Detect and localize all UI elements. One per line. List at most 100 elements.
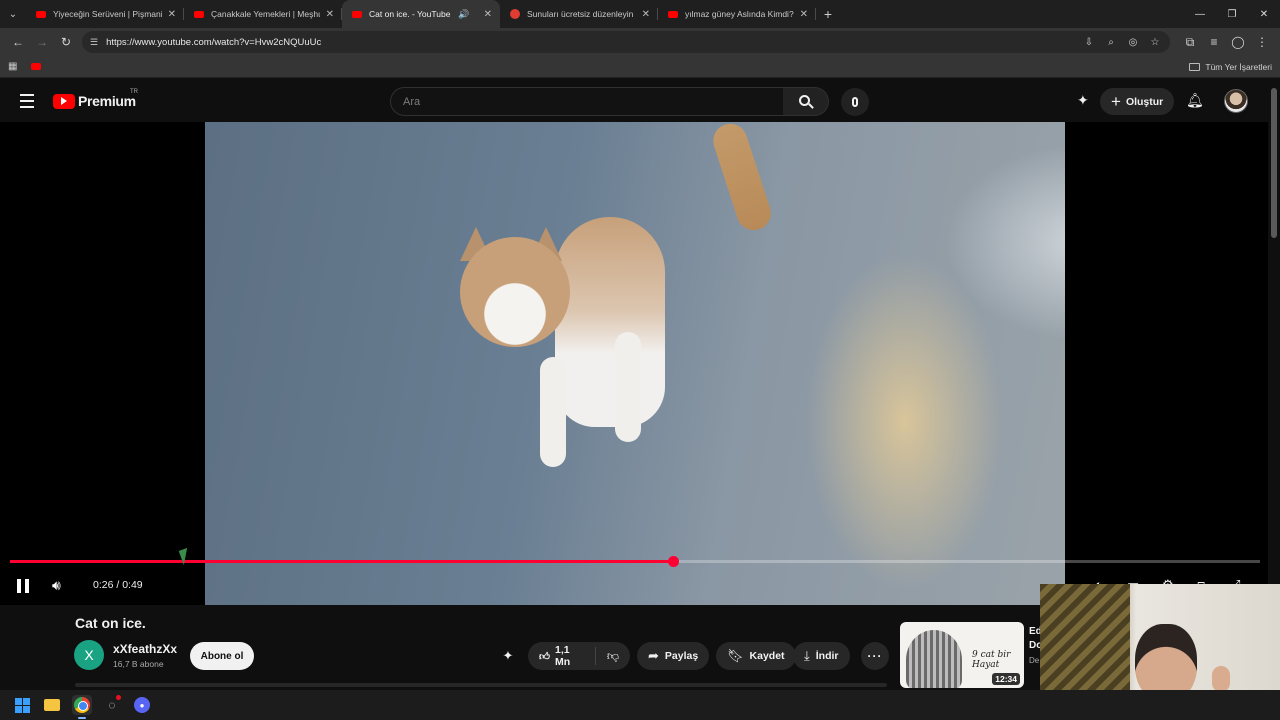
address-bar[interactable]: ☰ https://www.youtube.com/watch?v=Hvw2cN… <box>82 31 1170 53</box>
bookmarks-bar: ▦ Tüm Yer İşaretleri <box>0 56 1280 78</box>
minimize-icon[interactable]: — <box>1184 0 1216 28</box>
reload-icon[interactable]: ↻ <box>54 30 78 54</box>
cat-drawing <box>906 630 962 688</box>
subscriber-count: 16,7 B abone <box>113 659 164 669</box>
like-button[interactable]: 👍︎ 1,1 Mn <box>528 644 596 668</box>
youtube-icon <box>194 10 204 18</box>
forward-icon[interactable]: → <box>30 30 54 54</box>
scrubber-handle[interactable] <box>667 556 679 567</box>
profile-icon[interactable]: ◯ <box>1226 30 1250 54</box>
browser-tab-3-active[interactable]: Cat on ice. - YouTube 🔊 ✕ <box>342 0 500 28</box>
file-explorer-icon[interactable] <box>42 695 62 715</box>
description-box-top[interactable] <box>75 683 887 687</box>
video-frame[interactable] <box>205 122 1065 605</box>
tab-title: Cat on ice. - YouTube <box>369 9 451 19</box>
thumbnail-text: 9 cat bir Hayat <box>972 650 1011 670</box>
video-duration-badge: 12:34 <box>992 673 1020 685</box>
close-window-icon[interactable]: ✕ <box>1248 0 1280 28</box>
progress-played <box>10 560 673 563</box>
avatar[interactable] <box>1224 89 1248 113</box>
country-code: TR <box>130 89 138 95</box>
microphone-icon <box>852 97 858 107</box>
youtube-premium-logo[interactable]: Premium <box>53 93 136 109</box>
save-button[interactable]: 🔖︎ Kaydet <box>716 642 796 670</box>
close-icon[interactable]: ✕ <box>326 9 334 20</box>
notifications-bell-icon[interactable]: 🔔︎ <box>1186 92 1204 109</box>
download-label: İndir <box>815 650 839 662</box>
scrollbar-thumb[interactable] <box>1271 88 1277 238</box>
url-text[interactable]: https://www.youtube.com/watch?v=Hvw2cNQU… <box>106 37 321 48</box>
recommended-video-thumbnail[interactable]: 9 cat bir Hayat 12:34 <box>900 622 1024 688</box>
voice-search-button[interactable] <box>841 88 869 116</box>
video-player[interactable]: 🔊︎ 0:26 / 0:49 ◐ ▭ ⚙ ⧈ ⤢ <box>0 122 1268 605</box>
youtube-play-logo-icon <box>53 93 75 109</box>
share-button[interactable]: ➦ Paylaş <box>637 642 710 670</box>
omnibox-actions: ⇩ ⌕ ◎ ☆ <box>1082 37 1162 48</box>
kebab-menu-icon[interactable]: ⋮ <box>1250 30 1274 54</box>
youtube-bookmark-icon[interactable] <box>31 63 42 70</box>
browser-tab-2[interactable]: Çanakkale Yemekleri | Meşhur Y ✕ <box>184 0 342 28</box>
all-bookmarks-label: Tüm Yer İşaretleri <box>1205 61 1272 72</box>
search-input[interactable] <box>403 95 783 108</box>
obs-icon[interactable]: ◌ <box>102 695 122 715</box>
restore-icon[interactable]: ❐ <box>1216 0 1248 28</box>
like-count: 1,1 Mn <box>554 644 571 668</box>
tab-title: Sunuları ücretsiz düzenleyin | W <box>527 9 636 19</box>
browser-tab-5[interactable]: yılmaz güney Aslında Kimdi? | Y ✕ <box>658 0 816 28</box>
download-button[interactable]: ⤓ İndir <box>793 642 850 670</box>
extensions-icon[interactable]: ⧉ <box>1178 30 1202 54</box>
youtube-icon <box>668 10 678 18</box>
pause-icon[interactable] <box>17 579 29 593</box>
like-dislike-group: 👍︎ 1,1 Mn 👎︎ <box>528 642 630 670</box>
youtube-icon <box>36 10 46 18</box>
create-button[interactable]: + Oluştur <box>1100 88 1175 115</box>
time-display: 0:26 / 0:49 <box>93 579 143 591</box>
ask-sparkle-icon[interactable]: ✦ <box>497 645 519 667</box>
video-title: Cat on ice. <box>75 615 146 631</box>
plus-icon: + <box>1111 92 1121 111</box>
channel-avatar[interactable]: X <box>74 640 104 670</box>
dislike-button[interactable]: 👎︎ <box>596 649 630 664</box>
install-app-icon[interactable]: ⇩ <box>1082 37 1096 48</box>
close-icon[interactable]: ✕ <box>642 9 650 20</box>
youtube-icon <box>352 10 362 18</box>
more-actions-button[interactable]: ··· <box>861 642 889 670</box>
eye-slash-icon[interactable]: ◎ <box>1126 37 1140 48</box>
volume-icon[interactable]: 🔊︎ <box>52 577 61 594</box>
new-tab-plus-icon[interactable]: + <box>816 0 840 28</box>
close-icon[interactable]: ✕ <box>484 9 492 20</box>
zoom-icon[interactable]: ⌕ <box>1104 37 1118 48</box>
windows-start-icon[interactable] <box>12 695 32 715</box>
speaker-icon[interactable]: 🔊 <box>458 9 469 20</box>
hamburger-menu-icon[interactable] <box>16 90 38 112</box>
cat-body <box>555 217 665 427</box>
close-icon[interactable]: ✕ <box>168 9 176 20</box>
channel-name[interactable]: xXfeathzXx <box>113 642 177 656</box>
subscribe-button[interactable]: Abone ol <box>190 642 254 670</box>
chrome-icon[interactable] <box>72 695 92 719</box>
cat-tail <box>708 122 776 235</box>
tab-search-chevron-icon[interactable]: ⌄ <box>0 0 26 28</box>
search-box[interactable] <box>390 87 784 116</box>
thumbs-up-icon: 👍︎ <box>539 650 550 663</box>
progress-bar[interactable] <box>10 556 1260 567</box>
close-icon[interactable]: ✕ <box>800 9 808 20</box>
magic-wand-icon[interactable]: ✦ <box>1077 92 1089 109</box>
media-controls-icon[interactable]: ≡ <box>1202 30 1226 54</box>
browser-tab-strip: ⌄ Yiyeceğin Serüveni | Pişmaniye ✕ Çanak… <box>0 0 1280 28</box>
search-button[interactable] <box>783 87 829 116</box>
discord-icon[interactable]: ● <box>132 695 152 715</box>
browser-tab-1[interactable]: Yiyeceğin Serüveni | Pişmaniye ✕ <box>26 0 184 28</box>
cat-leg <box>540 357 566 467</box>
download-icon: ⤓ <box>804 648 810 663</box>
logo-text: Premium <box>78 93 136 109</box>
star-icon[interactable]: ☆ <box>1148 37 1162 48</box>
share-arrow-icon: ➦ <box>648 648 659 663</box>
apps-grid-icon[interactable]: ▦ <box>8 61 17 72</box>
back-icon[interactable]: ← <box>6 30 30 54</box>
site-info-icon[interactable]: ☰ <box>90 37 98 48</box>
browser-tab-4[interactable]: Sunuları ücretsiz düzenleyin | W ✕ <box>500 0 658 28</box>
windows-taskbar: ◌ ● <box>0 690 1280 720</box>
all-bookmarks-button[interactable]: Tüm Yer İşaretleri <box>1189 62 1272 72</box>
tab-title: Yiyeceğin Serüveni | Pişmaniye <box>53 9 162 19</box>
